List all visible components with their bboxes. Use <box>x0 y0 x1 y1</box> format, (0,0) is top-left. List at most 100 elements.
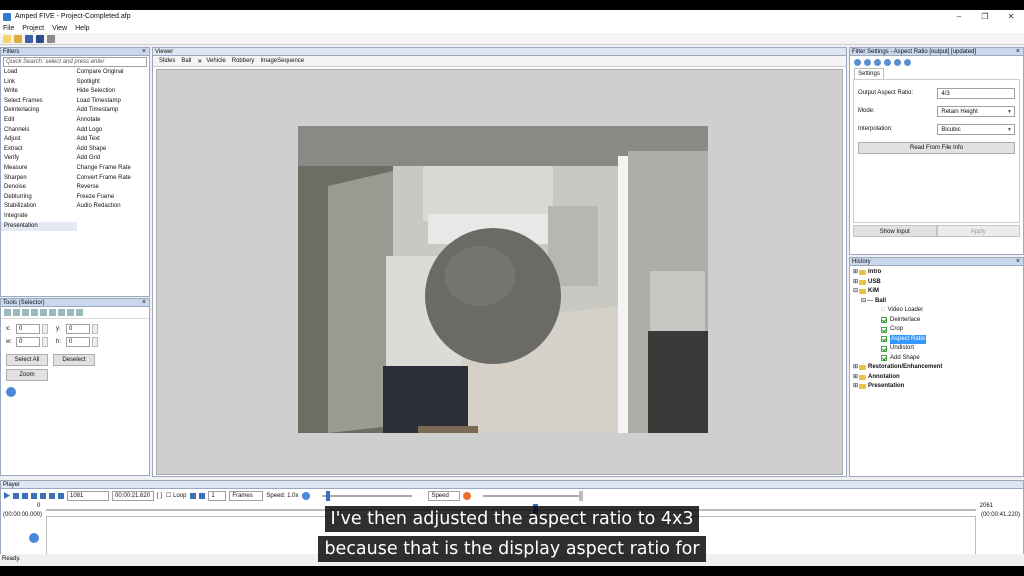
polygon-tool-icon[interactable] <box>58 309 65 316</box>
filter-item[interactable]: Add Grid <box>77 154 150 164</box>
menu-file[interactable]: File <box>3 25 14 32</box>
reset-speed-icon[interactable] <box>463 491 472 500</box>
w-spinner[interactable] <box>42 336 48 347</box>
prev-frame-icon[interactable] <box>31 492 37 499</box>
menu-project[interactable]: Project <box>22 25 44 32</box>
time-field[interactable]: 00:00:21.620 <box>112 490 154 501</box>
last-frame-icon[interactable] <box>49 492 55 499</box>
speed-mode-select[interactable]: Speed <box>428 490 461 501</box>
filter-item[interactable]: Verify <box>4 154 77 164</box>
rect-tool-icon[interactable] <box>13 309 20 316</box>
save-icon[interactable] <box>25 34 33 43</box>
frame-number-field[interactable]: 1081 <box>67 490 109 501</box>
next-frame-icon[interactable] <box>40 492 46 499</box>
h-field[interactable]: 0 <box>66 336 90 347</box>
filter-item[interactable]: Deblurring <box>4 193 77 203</box>
close-icon[interactable]: × <box>142 299 146 307</box>
filter-item[interactable]: Hide Selection <box>77 87 150 97</box>
filter-item[interactable]: Link <box>4 78 77 88</box>
filter-item[interactable]: Annotate <box>77 116 150 126</box>
tree-step-aspect-ratio[interactable]: Aspect Ratio <box>853 334 1020 344</box>
filter-item[interactable]: Denoise <box>4 183 77 193</box>
tree-folder-annotation[interactable]: ⊞ Annotation <box>853 373 1020 383</box>
help-icon[interactable] <box>904 58 911 66</box>
angle-tool-icon[interactable] <box>67 309 74 316</box>
play-icon[interactable] <box>4 492 10 499</box>
help-round-icon[interactable] <box>6 387 16 397</box>
menu-view[interactable]: View <box>52 25 67 32</box>
menu-help[interactable]: Help <box>75 25 89 32</box>
filter-item[interactable]: Load Timestamp <box>77 97 150 107</box>
help-icon[interactable] <box>47 34 55 43</box>
tab-image-sequence[interactable]: ImageSequence <box>260 58 304 64</box>
play-icon[interactable] <box>894 58 901 66</box>
filter-item[interactable]: Freeze Frame <box>77 193 150 203</box>
close-icon[interactable]: × <box>1016 258 1020 266</box>
save-as-icon[interactable] <box>36 34 44 43</box>
filter-item[interactable]: Add Text <box>77 135 150 145</box>
stop-icon[interactable] <box>13 492 19 499</box>
read-from-file-info-button[interactable]: Read From File Info <box>858 142 1015 154</box>
w-field[interactable]: 0 <box>16 336 40 347</box>
checkbox-icon[interactable] <box>881 336 887 343</box>
checkbox-icon[interactable] <box>881 355 887 362</box>
filter-item[interactable]: Select Frames <box>4 97 77 107</box>
deselect-button[interactable]: Deselect <box>53 354 95 366</box>
crop-tool-icon[interactable] <box>40 309 47 316</box>
filter-item[interactable]: Change Frame Rate <box>77 164 150 174</box>
filter-item[interactable]: Add Shape <box>77 145 150 155</box>
h-spinner[interactable] <box>92 336 98 347</box>
mark-in-out-icon[interactable]: [ ] <box>157 493 162 499</box>
filter-item[interactable]: Integrate <box>4 212 77 222</box>
checkbox-icon[interactable] <box>881 326 887 333</box>
checkbox-icon[interactable] <box>881 317 887 324</box>
x-spinner[interactable] <box>42 323 48 334</box>
step-back-icon[interactable] <box>190 492 197 499</box>
y-field[interactable]: 0 <box>66 323 90 334</box>
filter-item[interactable]: Spotlight <box>77 78 150 88</box>
filter-item[interactable]: Edit <box>4 116 77 126</box>
speed-slider[interactable] <box>322 490 413 501</box>
first-frame-icon[interactable] <box>22 492 28 499</box>
step-unit-select[interactable]: Frames <box>229 490 264 501</box>
reset-icon[interactable] <box>874 58 881 66</box>
filter-item[interactable]: Add Timestamp <box>77 106 150 116</box>
filter-item[interactable]: Audio Redaction <box>77 202 150 212</box>
close-icon[interactable]: × <box>142 48 146 56</box>
tree-folder-restoration[interactable]: ⊞ Restoration/Enhancement <box>853 363 1020 373</box>
tab-slides[interactable]: Slides <box>159 58 175 64</box>
refresh-icon[interactable] <box>884 58 891 66</box>
line-tool-icon[interactable] <box>49 309 56 316</box>
zoom-button[interactable]: Zoom <box>6 369 48 381</box>
close-button[interactable]: ✕ <box>998 10 1024 23</box>
tab-vehicle[interactable]: Vehicle <box>206 58 225 64</box>
loop-checkbox[interactable]: ☐ Loop <box>166 492 186 499</box>
volume-slider[interactable] <box>483 490 584 501</box>
jump-icon[interactable] <box>58 492 64 499</box>
filter-item[interactable]: Stabilization <box>4 202 77 212</box>
tree-step-video-loader[interactable]: □ Video Loader <box>853 306 1020 316</box>
minimize-button[interactable]: – <box>946 10 972 23</box>
y-spinner[interactable] <box>92 323 98 334</box>
filter-item[interactable]: Extract <box>4 145 77 155</box>
tree-chain-ball[interactable]: ⊟ — Ball <box>853 297 1020 307</box>
settings-icon[interactable] <box>854 58 861 66</box>
close-icon[interactable]: × <box>1016 48 1020 56</box>
filter-item[interactable]: Sharpen <box>4 174 77 184</box>
close-tab-icon[interactable]: ✕ <box>197 58 202 65</box>
filter-item[interactable]: Channels <box>4 126 77 136</box>
filter-item[interactable]: Convert Frame Rate <box>77 174 150 184</box>
add-tool-icon[interactable] <box>76 309 83 316</box>
tree-folder-intro[interactable]: ⊞ Intro <box>853 268 1020 278</box>
filter-item[interactable]: Write <box>4 87 77 97</box>
maximize-button[interactable]: ❐ <box>972 10 998 23</box>
tab-robbery[interactable]: Robbery <box>232 58 255 64</box>
checkbox-icon[interactable] <box>881 345 887 352</box>
filter-item[interactable]: Measure <box>4 164 77 174</box>
step-forward-icon[interactable] <box>199 492 206 499</box>
tree-folder-usb[interactable]: ⊞ USB <box>853 278 1020 288</box>
x-field[interactable]: 0 <box>16 323 40 334</box>
filter-item[interactable]: Presentation <box>1 221 77 232</box>
filter-item[interactable]: Adjust <box>4 135 77 145</box>
apply-button[interactable]: Apply <box>936 225 1020 237</box>
